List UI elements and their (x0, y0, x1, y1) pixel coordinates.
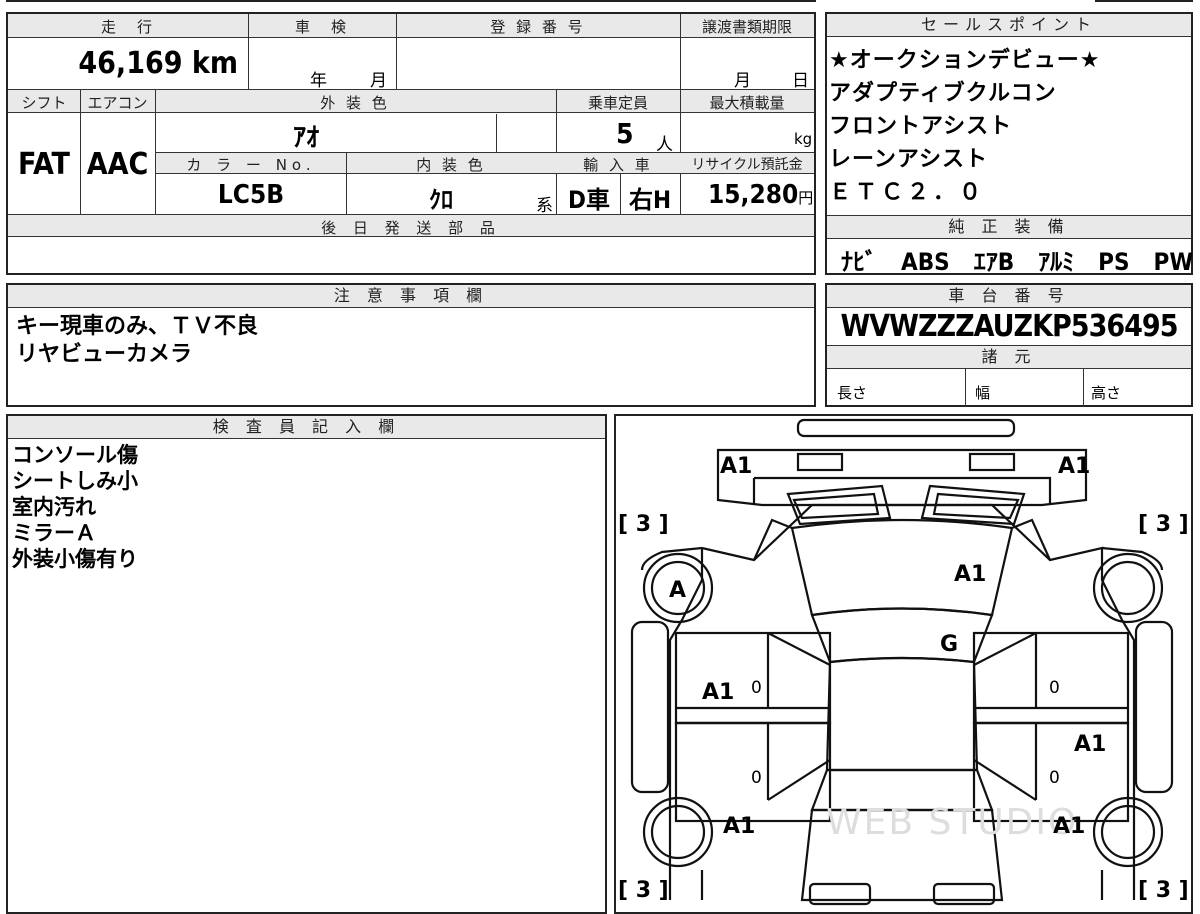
mileage-value: 46,169 km (78, 46, 238, 81)
mark-bracket-top-left: [ 3 ] (618, 512, 669, 537)
mark-wheel-rear-right: A1 (1053, 814, 1086, 839)
mark-bracket-bottom-right: [ 3 ] (1138, 878, 1189, 903)
inspector-header: 検 査 員 記 入 欄 (8, 416, 605, 439)
chassis-header: 車 台 番 号 (827, 285, 1191, 308)
mark-door-front-left: A1 (702, 680, 735, 705)
spec-height-label: 高さ (1091, 384, 1122, 402)
chassis-box: 車 台 番 号 WVWZZZAUZKP536495 諸 元 長さ 幅 高さ (825, 283, 1193, 407)
interior-color-label: 内 装 色 (416, 156, 486, 174)
exterior-color-value: ｱｵ (293, 123, 320, 153)
interior-color-suffix: 系 (536, 196, 553, 216)
mark-bracket-bottom-left: [ 3 ] (618, 878, 669, 903)
caution-list: キー現車のみ、ＴＶ不良 リヤビューカメラ (16, 313, 258, 369)
inspection-year: 年 (310, 71, 327, 91)
car-diagram-box: WEB STUDIO A1 A1 [ 3 ] [ 3 ] [ 3 ] [ 3 ]… (614, 414, 1193, 914)
sales-point-item: フロントアシスト (829, 114, 1013, 139)
sales-points-box: セールスポイント ★オークションデビュー★ アダプティブクルコン フロントアシス… (825, 12, 1194, 276)
inspection-label: 車 検 (294, 18, 349, 36)
shift-value: FAT (18, 147, 70, 182)
chassis-number: WVWZZZAUZKP536495 (840, 309, 1179, 344)
import-label: 輸 入 車 (583, 156, 653, 174)
sales-points-header: セールスポイント (827, 14, 1191, 37)
caution-item: リヤビューカメラ (16, 342, 193, 367)
mark-wheel-rear-left: A1 (723, 814, 756, 839)
inspection-month: 月 (370, 71, 387, 91)
mark-windshield: G (940, 632, 959, 657)
specs-header: 諸 元 (827, 345, 1191, 369)
inspector-item: 室内汚れ (12, 495, 96, 519)
mark-zero: 0 (751, 678, 762, 698)
inspector-item: 外装小傷有り (12, 547, 138, 571)
mark-zero: 0 (1049, 768, 1060, 788)
inspector-list: コンソール傷 シートしみ小 室内汚れ ミラーＡ 外装小傷有り (12, 442, 138, 572)
sales-point-item: アダプティブクルコン (829, 81, 1057, 106)
vehicle-spec-table: 走 行 車 検 登 録 番 号 譲渡書類期限 46,169 km 年 月 月 日… (6, 12, 816, 275)
inspector-item: コンソール傷 (12, 443, 138, 467)
caution-item: キー現車のみ、ＴＶ不良 (16, 314, 259, 339)
mark-wheel-front-left: A (669, 578, 687, 603)
mileage-label: 走 行 (100, 18, 155, 36)
inspector-item: シートしみ小 (12, 469, 138, 493)
sales-points-list: ★オークションデビュー★ アダプティブクルコン フロントアシスト レーンアシスト… (829, 44, 1100, 209)
recycle-label: リサイクル預託金 (691, 157, 803, 173)
mark-door-rear-right: A1 (1074, 732, 1107, 757)
caution-header: 注 意 事 項 欄 (8, 285, 814, 308)
import-value-2: 右H (628, 186, 672, 214)
spec-length-label: 長さ (837, 384, 868, 402)
registration-label: 登 録 番 号 (490, 18, 586, 36)
capacity-value: 5 (616, 117, 634, 150)
max-load-label: 最大積載量 (709, 94, 785, 112)
deadline-day: 日 (792, 71, 809, 91)
mark-bracket-top-right: [ 3 ] (1138, 512, 1189, 537)
top-edge-row (6, 0, 816, 2)
top-edge-right (1095, 0, 1193, 2)
capacity-label: 乗車定員 (587, 94, 648, 112)
genuine-equipment-value: ﾅﾋﾞ ABS ｴｱB ｱﾙﾐ PS PW (841, 248, 1194, 276)
color-no-label: カ ラ ー No. (186, 156, 316, 174)
later-parts-label: 後 日 発 送 部 品 (321, 219, 501, 237)
roof (825, 656, 979, 772)
headlight-left (796, 452, 844, 472)
mark-zero: 0 (751, 768, 762, 788)
shift-label: シフト (21, 94, 67, 112)
sales-point-item: ＥＴＣ２．０ (829, 180, 986, 205)
windshield (810, 607, 994, 664)
caution-box: 注 意 事 項 欄 キー現車のみ、ＴＶ不良 リヤビューカメラ (6, 283, 816, 407)
aircon-label: エアコン (87, 94, 148, 112)
mark-hood: A1 (954, 562, 987, 587)
interior-color-value: ｸﾛ (429, 186, 453, 214)
mark-zero: 0 (1049, 678, 1060, 698)
spec-width-label: 幅 (975, 384, 991, 402)
exterior-color-label: 外 装 色 (320, 94, 390, 112)
inspector-box: 検 査 員 記 入 欄 コンソール傷 シートしみ小 室内汚れ ミラーＡ 外装小傷… (6, 414, 607, 914)
wheel-front-right (1092, 552, 1164, 624)
watermark: WEB STUDIO (826, 802, 1079, 843)
wheel-rear-left (642, 796, 714, 868)
mark-front-left: A1 (720, 454, 753, 479)
inspector-item: ミラーＡ (12, 521, 96, 545)
deadline-month: 月 (734, 71, 751, 91)
mark-front-right: A1 (1058, 454, 1091, 479)
color-no-value: LC5B (217, 180, 285, 210)
mileage-unit: km (191, 46, 238, 81)
sales-point-item: ★オークションデビュー★ (829, 48, 1101, 73)
aircon-value: AAC (86, 147, 149, 182)
import-value-1: D車 (568, 186, 610, 214)
max-load-unit: kg (794, 130, 813, 148)
front-bumper (796, 418, 1016, 438)
recycle-unit: 円 (798, 189, 814, 207)
sales-point-item: レーンアシスト (829, 147, 989, 172)
headlight-right (968, 452, 1016, 472)
transfer-deadline-label: 譲渡書類期限 (701, 18, 792, 36)
genuine-equipment-header: 純 正 装 備 (827, 215, 1191, 239)
recycle-value: 15,280円 (708, 180, 814, 210)
